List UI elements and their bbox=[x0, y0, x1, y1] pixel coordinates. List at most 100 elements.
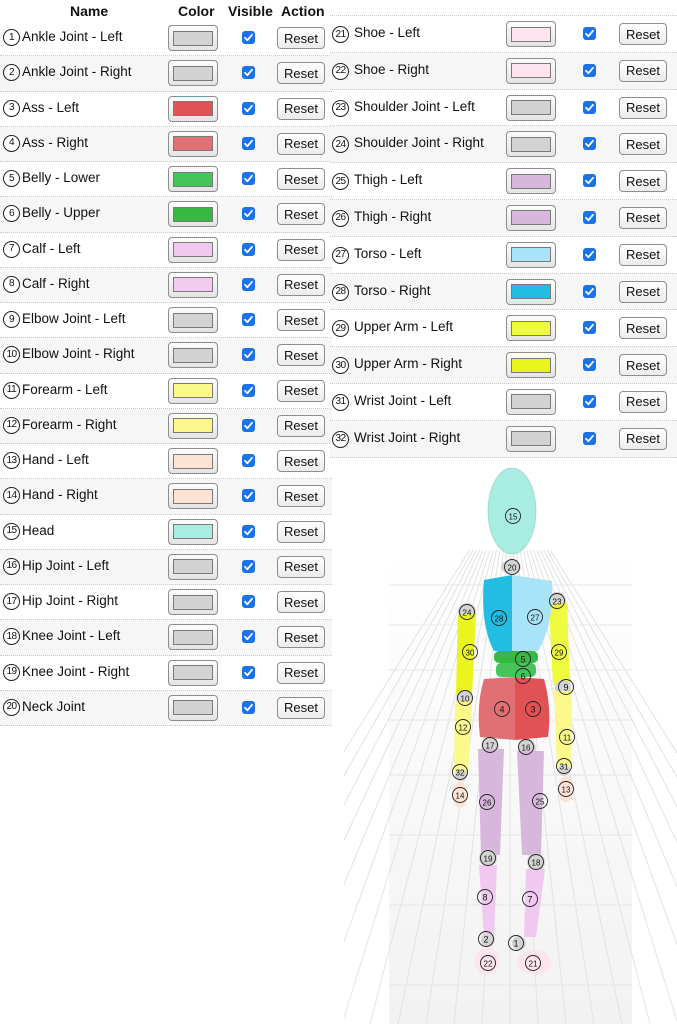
reset-button[interactable]: Reset bbox=[277, 238, 325, 261]
color-picker-button[interactable] bbox=[168, 236, 218, 263]
reset-button[interactable]: Reset bbox=[277, 696, 325, 719]
reset-button[interactable]: Reset bbox=[277, 555, 325, 578]
reset-button[interactable]: Reset bbox=[277, 203, 325, 226]
color-picker-button[interactable] bbox=[506, 241, 556, 268]
color-picker-button[interactable] bbox=[506, 57, 556, 84]
color-picker-button[interactable] bbox=[168, 307, 218, 333]
reset-button[interactable]: Reset bbox=[619, 354, 667, 377]
reset-button[interactable]: Reset bbox=[277, 344, 325, 367]
color-picker-button[interactable] bbox=[506, 352, 556, 379]
reset-button[interactable]: Reset bbox=[619, 23, 667, 45]
3d-viewer[interactable]: 1 2 3 4 5 6 7 8 9 10 11 12 13 14 15 16 17 18 19 20 21 22 23 24 2… bbox=[344, 455, 677, 1024]
visible-checkbox[interactable] bbox=[242, 454, 255, 467]
reset-button[interactable]: Reset bbox=[619, 390, 667, 413]
color-picker-button[interactable] bbox=[506, 278, 556, 305]
visible-checkbox[interactable] bbox=[242, 242, 255, 256]
visible-checkbox[interactable] bbox=[583, 63, 596, 77]
visible-checkbox[interactable] bbox=[242, 665, 255, 679]
reset-button[interactable]: Reset bbox=[277, 168, 325, 190]
reset-button[interactable]: Reset bbox=[277, 132, 325, 155]
reset-button[interactable]: Reset bbox=[619, 96, 667, 119]
color-picker-button[interactable] bbox=[168, 130, 218, 157]
visible-checkbox[interactable] bbox=[583, 431, 596, 445]
reset-button[interactable]: Reset bbox=[277, 379, 325, 402]
visible-checkbox[interactable] bbox=[242, 172, 255, 185]
color-picker-button[interactable] bbox=[168, 166, 218, 192]
visible-checkbox[interactable] bbox=[242, 524, 255, 538]
marker-label: 17 bbox=[486, 741, 495, 750]
reset-button[interactable]: Reset bbox=[619, 317, 667, 340]
color-picker-button[interactable] bbox=[506, 94, 556, 121]
visible-checkbox[interactable] bbox=[583, 137, 596, 151]
color-picker-button[interactable] bbox=[168, 483, 218, 510]
color-picker-button[interactable] bbox=[168, 589, 218, 615]
visible-checkbox[interactable] bbox=[242, 207, 255, 221]
color-picker-button[interactable] bbox=[506, 388, 556, 415]
visible-checkbox[interactable] bbox=[242, 700, 255, 714]
color-picker-button[interactable] bbox=[168, 342, 218, 369]
color-picker-button[interactable] bbox=[506, 315, 556, 342]
reset-button[interactable]: Reset bbox=[277, 309, 325, 331]
color-picker-button[interactable] bbox=[168, 412, 218, 439]
color-picker-button[interactable] bbox=[506, 425, 556, 452]
visible-checkbox[interactable] bbox=[242, 66, 255, 80]
visible-checkbox[interactable] bbox=[242, 489, 255, 503]
visible-checkbox[interactable] bbox=[242, 559, 255, 573]
visible-checkbox[interactable] bbox=[583, 247, 596, 261]
visible-checkbox[interactable] bbox=[583, 210, 596, 224]
reset-button[interactable]: Reset bbox=[277, 450, 325, 472]
color-picker-button[interactable] bbox=[168, 60, 218, 87]
reset-button[interactable]: Reset bbox=[277, 27, 325, 49]
color-picker-button[interactable] bbox=[168, 377, 218, 404]
mannequin-canvas[interactable]: 1234567891011121314151617181920212223242… bbox=[344, 455, 677, 1024]
visible-checkbox[interactable] bbox=[583, 394, 596, 408]
visible-checkbox[interactable] bbox=[242, 383, 255, 397]
color-picker-button[interactable] bbox=[506, 168, 556, 195]
color-picker-button[interactable] bbox=[168, 25, 218, 51]
visible-checkbox[interactable] bbox=[242, 136, 255, 150]
visible-checkbox[interactable] bbox=[583, 321, 596, 335]
visible-checkbox[interactable] bbox=[583, 358, 596, 372]
reset-button[interactable]: Reset bbox=[277, 520, 325, 543]
reset-button[interactable]: Reset bbox=[277, 414, 325, 437]
reset-button[interactable]: Reset bbox=[619, 133, 667, 156]
color-picker-button[interactable] bbox=[168, 271, 218, 298]
reset-button[interactable]: Reset bbox=[277, 661, 325, 684]
color-picker-button[interactable] bbox=[506, 131, 556, 158]
color-picker-button[interactable] bbox=[506, 204, 556, 231]
reset-button[interactable]: Reset bbox=[277, 273, 325, 296]
reset-button[interactable]: Reset bbox=[277, 626, 325, 649]
color-picker-button[interactable] bbox=[168, 201, 218, 228]
reset-button[interactable]: Reset bbox=[277, 485, 325, 508]
visible-checkbox[interactable] bbox=[583, 174, 596, 188]
color-picker-button[interactable] bbox=[168, 659, 218, 686]
color-picker-button[interactable] bbox=[506, 21, 556, 47]
reset-button[interactable]: Reset bbox=[619, 170, 667, 193]
color-picker-button[interactable] bbox=[168, 518, 218, 545]
reset-button[interactable]: Reset bbox=[277, 97, 325, 120]
visible-checkbox[interactable] bbox=[242, 630, 255, 644]
reset-button[interactable]: Reset bbox=[277, 62, 325, 85]
visible-checkbox[interactable] bbox=[583, 284, 596, 298]
color-picker-button[interactable] bbox=[168, 553, 218, 580]
color-picker-button[interactable] bbox=[168, 624, 218, 651]
table-row: 29 Upper Arm - Left Reset bbox=[330, 310, 677, 348]
reset-button[interactable]: Reset bbox=[619, 206, 667, 229]
visible-checkbox[interactable] bbox=[583, 100, 596, 114]
reset-button[interactable]: Reset bbox=[619, 243, 667, 266]
color-picker-button[interactable] bbox=[168, 694, 218, 721]
reset-button[interactable]: Reset bbox=[619, 59, 667, 82]
visible-checkbox[interactable] bbox=[242, 313, 255, 326]
visible-checkbox[interactable] bbox=[242, 418, 255, 432]
visible-checkbox[interactable] bbox=[242, 101, 255, 115]
visible-checkbox[interactable] bbox=[242, 595, 255, 608]
color-picker-button[interactable] bbox=[168, 448, 218, 474]
visible-checkbox[interactable] bbox=[242, 31, 255, 44]
reset-button[interactable]: Reset bbox=[619, 280, 667, 303]
color-picker-button[interactable] bbox=[168, 95, 218, 122]
visible-checkbox[interactable] bbox=[583, 27, 596, 40]
visible-checkbox[interactable] bbox=[242, 277, 255, 291]
reset-button[interactable]: Reset bbox=[619, 427, 667, 450]
visible-checkbox[interactable] bbox=[242, 348, 255, 362]
reset-button[interactable]: Reset bbox=[277, 591, 325, 613]
